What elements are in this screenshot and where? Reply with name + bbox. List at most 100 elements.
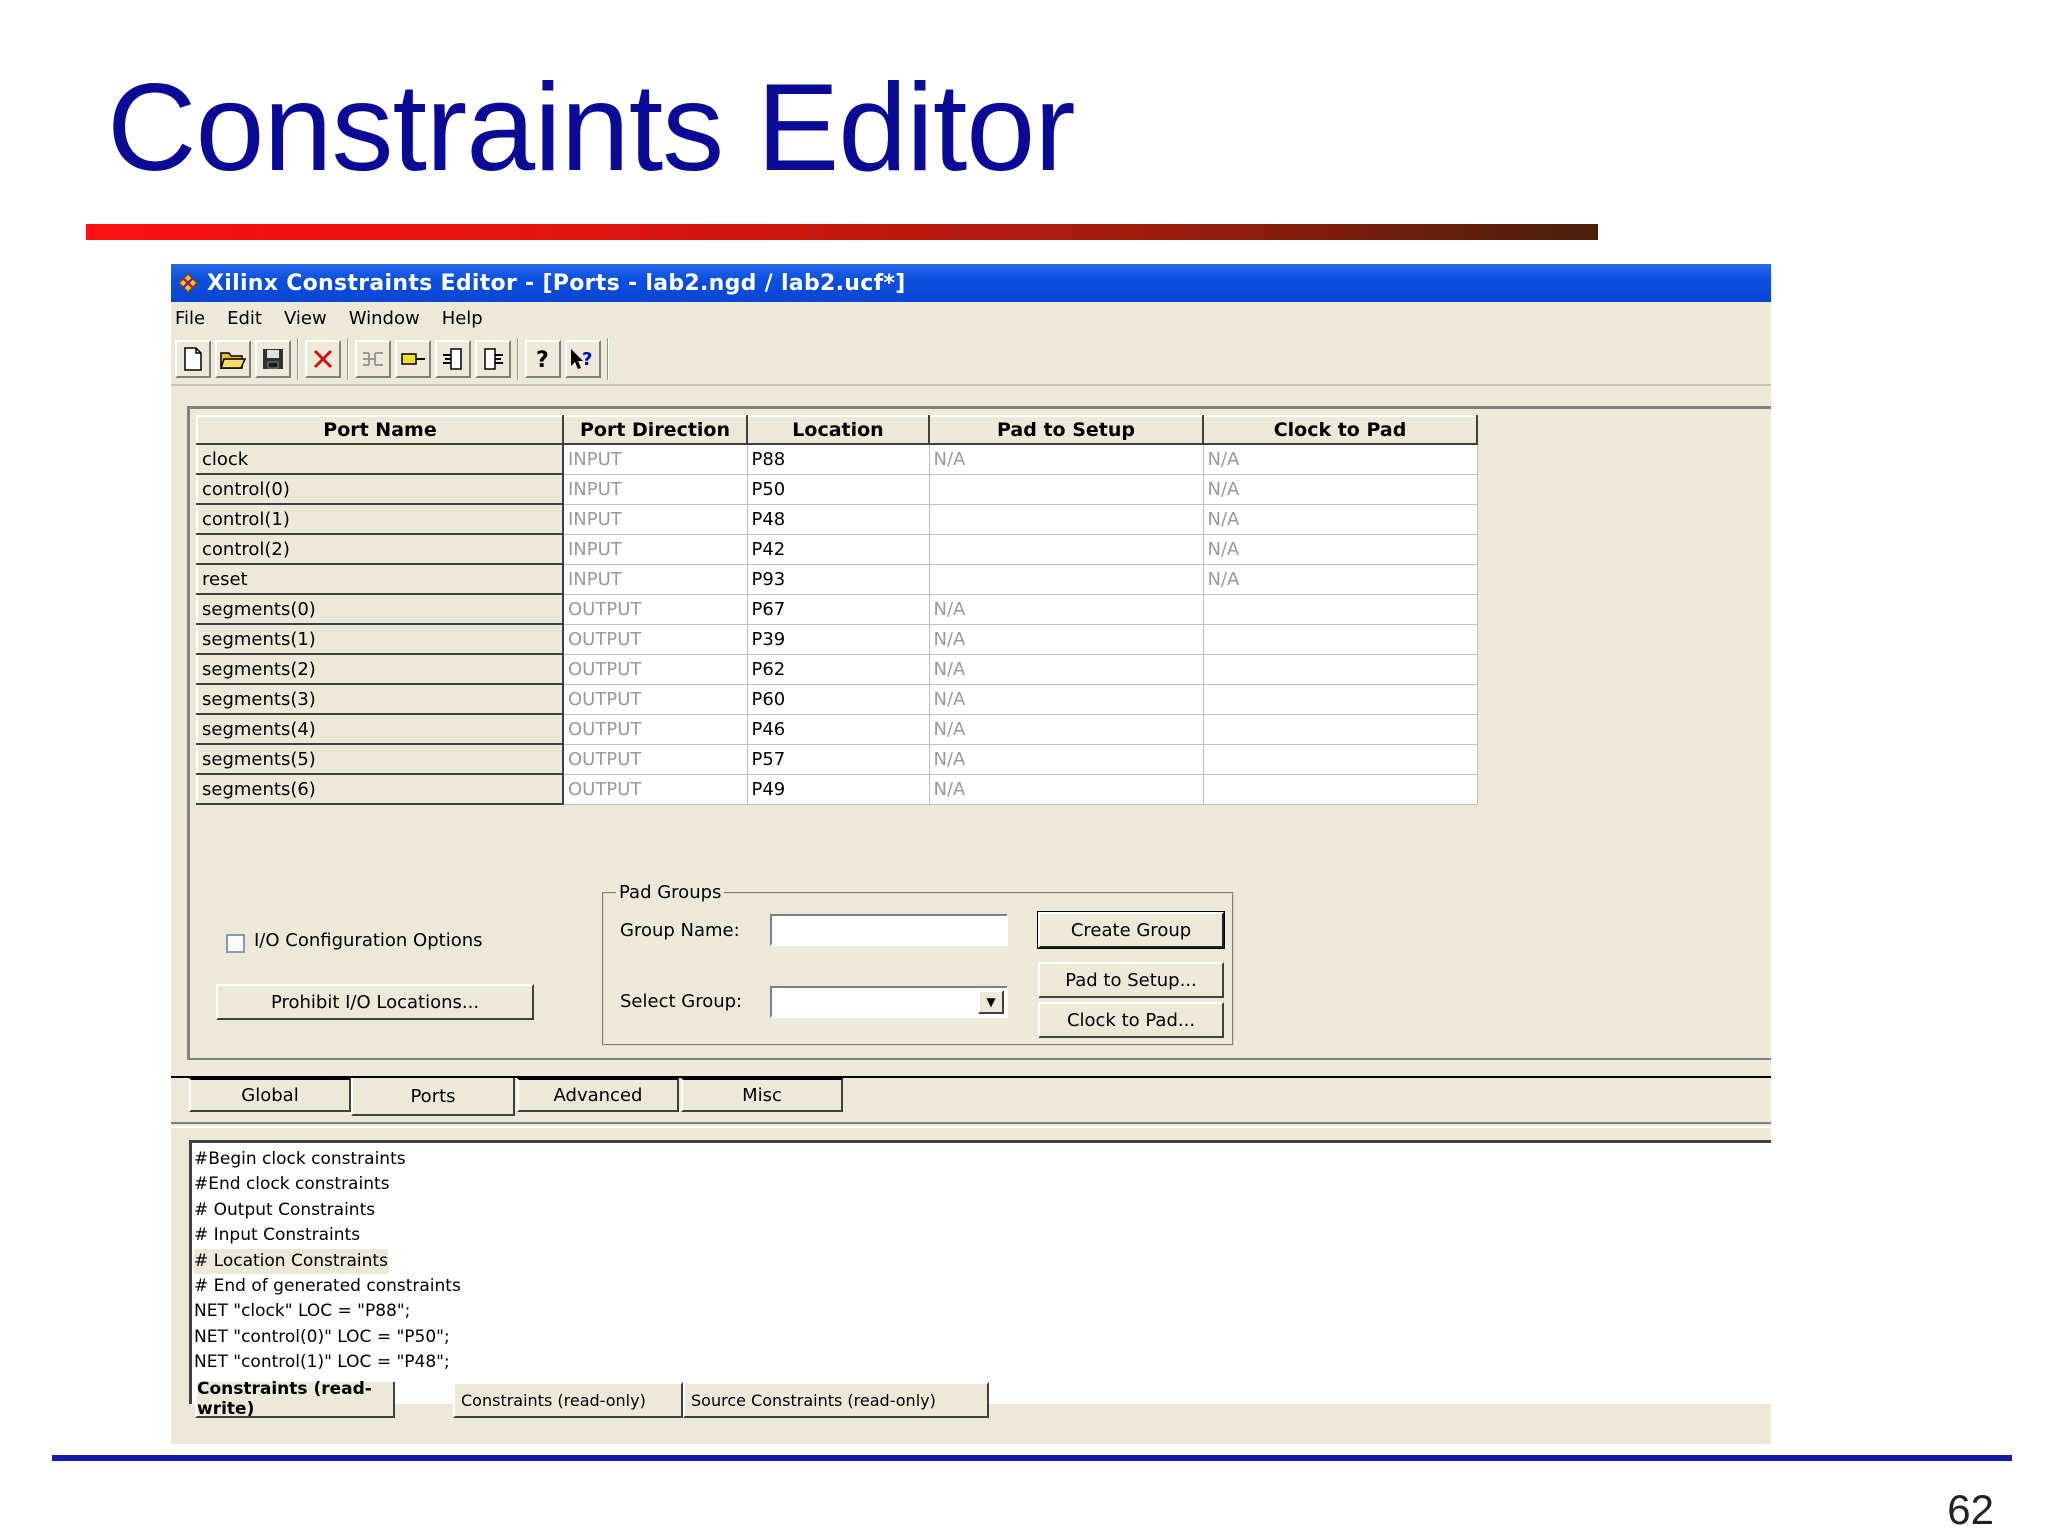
location-cell[interactable]: P88 <box>746 443 930 475</box>
table-row[interactable]: segments(2) OUTPUT P62 N/A <box>196 653 1478 685</box>
pad-to-setup-cell[interactable]: N/A <box>928 683 1204 715</box>
prohibit-io-locations-button[interactable]: Prohibit I/O Locations... <box>216 984 534 1020</box>
location-cell[interactable]: P93 <box>746 563 930 595</box>
group-name-input[interactable] <box>770 914 1008 946</box>
location-cell[interactable]: P49 <box>746 773 930 805</box>
port-name-cell[interactable]: segments(1) <box>196 623 564 655</box>
clock-to-pad-cell[interactable]: N/A <box>1202 443 1478 475</box>
save-icon[interactable] <box>255 340 291 378</box>
location-cell[interactable]: P39 <box>746 623 930 655</box>
port-direction-cell[interactable]: OUTPUT <box>562 623 748 655</box>
table-row[interactable]: reset INPUT P93 N/A <box>196 563 1478 595</box>
open-folder-icon[interactable] <box>215 340 251 378</box>
menu-help[interactable]: Help <box>440 308 495 329</box>
clock-to-pad-cell[interactable] <box>1202 713 1478 745</box>
new-file-icon[interactable] <box>175 340 211 378</box>
clock-to-pad-cell[interactable] <box>1202 683 1478 715</box>
port-name-cell[interactable]: control(0) <box>196 473 564 505</box>
port-direction-cell[interactable]: INPUT <box>562 563 748 595</box>
table-row[interactable]: segments(0) OUTPUT P67 N/A <box>196 593 1478 625</box>
port-name-cell[interactable]: segments(5) <box>196 743 564 775</box>
context-help-icon[interactable]: ? <box>565 340 601 378</box>
port-name-cell[interactable]: clock <box>196 443 564 475</box>
header-clock-to-pad[interactable]: Clock to Pad <box>1202 415 1478 445</box>
tab-source-constraints-read-only[interactable]: Source Constraints (read-only) <box>683 1382 989 1418</box>
pad-to-setup-cell[interactable]: N/A <box>928 713 1204 745</box>
clock-to-pad-cell[interactable]: N/A <box>1202 563 1478 595</box>
table-row[interactable]: segments(1) OUTPUT P39 N/A <box>196 623 1478 655</box>
create-group-button[interactable]: Create Group <box>1037 911 1225 949</box>
clock-to-pad-cell[interactable]: N/A <box>1202 473 1478 505</box>
tab-global[interactable]: Global <box>189 1078 351 1112</box>
location-cell[interactable]: P46 <box>746 713 930 745</box>
pin-right-icon[interactable] <box>475 340 511 378</box>
clock-to-pad-cell[interactable] <box>1202 653 1478 685</box>
chevron-down-icon[interactable]: ▼ <box>978 990 1004 1014</box>
clock-to-pad-cell[interactable] <box>1202 593 1478 625</box>
constraints-text-area[interactable]: #Begin clock constraints #End clock const… <box>189 1140 1771 1404</box>
pad-icon[interactable] <box>395 340 431 378</box>
header-port-name[interactable]: Port Name <box>196 415 564 445</box>
port-name-cell[interactable]: control(1) <box>196 503 564 535</box>
location-cell[interactable]: P60 <box>746 683 930 715</box>
menu-window[interactable]: Window <box>347 308 432 329</box>
tab-constraints-read-write[interactable]: Constraints (read-write) <box>195 1379 395 1419</box>
clock-to-pad-cell[interactable]: N/A <box>1202 533 1478 565</box>
location-cell[interactable]: P42 <box>746 533 930 565</box>
window-titlebar[interactable]: Xilinx Constraints Editor - [Ports - lab… <box>171 264 1771 302</box>
location-cell[interactable]: P57 <box>746 743 930 775</box>
clock-to-pad-button[interactable]: Clock to Pad... <box>1038 1002 1224 1038</box>
table-row[interactable]: control(2) INPUT P42 N/A <box>196 533 1478 565</box>
header-port-direction[interactable]: Port Direction <box>562 415 748 445</box>
port-name-cell[interactable]: segments(2) <box>196 653 564 685</box>
header-location[interactable]: Location <box>746 415 930 445</box>
clock-to-pad-cell[interactable] <box>1202 743 1478 775</box>
table-row[interactable]: clock INPUT P88 N/A N/A <box>196 443 1478 475</box>
pad-to-setup-button[interactable]: Pad to Setup... <box>1038 962 1224 998</box>
port-direction-cell[interactable]: OUTPUT <box>562 743 748 775</box>
menu-file[interactable]: File <box>173 308 217 329</box>
table-row[interactable]: control(1) INPUT P48 N/A <box>196 503 1478 535</box>
port-direction-cell[interactable]: INPUT <box>562 473 748 505</box>
delete-icon[interactable] <box>305 340 341 378</box>
port-name-cell[interactable]: control(2) <box>196 533 564 565</box>
port-name-cell[interactable]: segments(4) <box>196 713 564 745</box>
port-name-cell[interactable]: segments(3) <box>196 683 564 715</box>
help-icon[interactable]: ? <box>525 340 561 378</box>
pin-left-icon[interactable] <box>435 340 471 378</box>
port-direction-cell[interactable]: OUTPUT <box>562 773 748 805</box>
port-direction-cell[interactable]: OUTPUT <box>562 683 748 715</box>
tab-misc[interactable]: Misc <box>681 1078 843 1112</box>
io-config-checkbox[interactable] <box>226 934 245 953</box>
location-cell[interactable]: P67 <box>746 593 930 625</box>
port-direction-cell[interactable]: OUTPUT <box>562 593 748 625</box>
port-direction-cell[interactable]: OUTPUT <box>562 713 748 745</box>
io-config-label[interactable]: I/O Configuration Options <box>254 930 483 951</box>
clock-to-pad-cell[interactable] <box>1202 623 1478 655</box>
table-row[interactable]: segments(5) OUTPUT P57 N/A <box>196 743 1478 775</box>
clock-to-pad-cell[interactable] <box>1202 773 1478 805</box>
table-row[interactable]: control(0) INPUT P50 N/A <box>196 473 1478 505</box>
splitter[interactable] <box>171 1122 1771 1128</box>
tab-advanced[interactable]: Advanced <box>517 1078 679 1112</box>
tab-ports[interactable]: Ports <box>351 1078 515 1116</box>
pad-to-setup-cell[interactable] <box>928 503 1204 535</box>
location-cell[interactable]: P50 <box>746 473 930 505</box>
port-direction-cell[interactable]: INPUT <box>562 443 748 475</box>
pad-to-setup-cell[interactable] <box>928 563 1204 595</box>
menu-view[interactable]: View <box>282 308 339 329</box>
table-row[interactable]: segments(6) OUTPUT P49 N/A <box>196 773 1478 805</box>
location-cell[interactable]: P62 <box>746 653 930 685</box>
port-direction-cell[interactable]: INPUT <box>562 533 748 565</box>
menu-edit[interactable]: Edit <box>225 308 274 329</box>
clock-to-pad-cell[interactable]: N/A <box>1202 503 1478 535</box>
select-group-dropdown[interactable]: ▼ <box>770 986 1008 1018</box>
table-row[interactable]: segments(3) OUTPUT P60 N/A <box>196 683 1478 715</box>
header-pad-to-setup[interactable]: Pad to Setup <box>928 415 1204 445</box>
pad-to-setup-cell[interactable]: N/A <box>928 623 1204 655</box>
pad-to-setup-cell[interactable] <box>928 533 1204 565</box>
port-direction-cell[interactable]: INPUT <box>562 503 748 535</box>
pad-to-setup-cell[interactable]: N/A <box>928 653 1204 685</box>
pad-to-setup-cell[interactable]: N/A <box>928 773 1204 805</box>
pad-to-setup-cell[interactable] <box>928 473 1204 505</box>
